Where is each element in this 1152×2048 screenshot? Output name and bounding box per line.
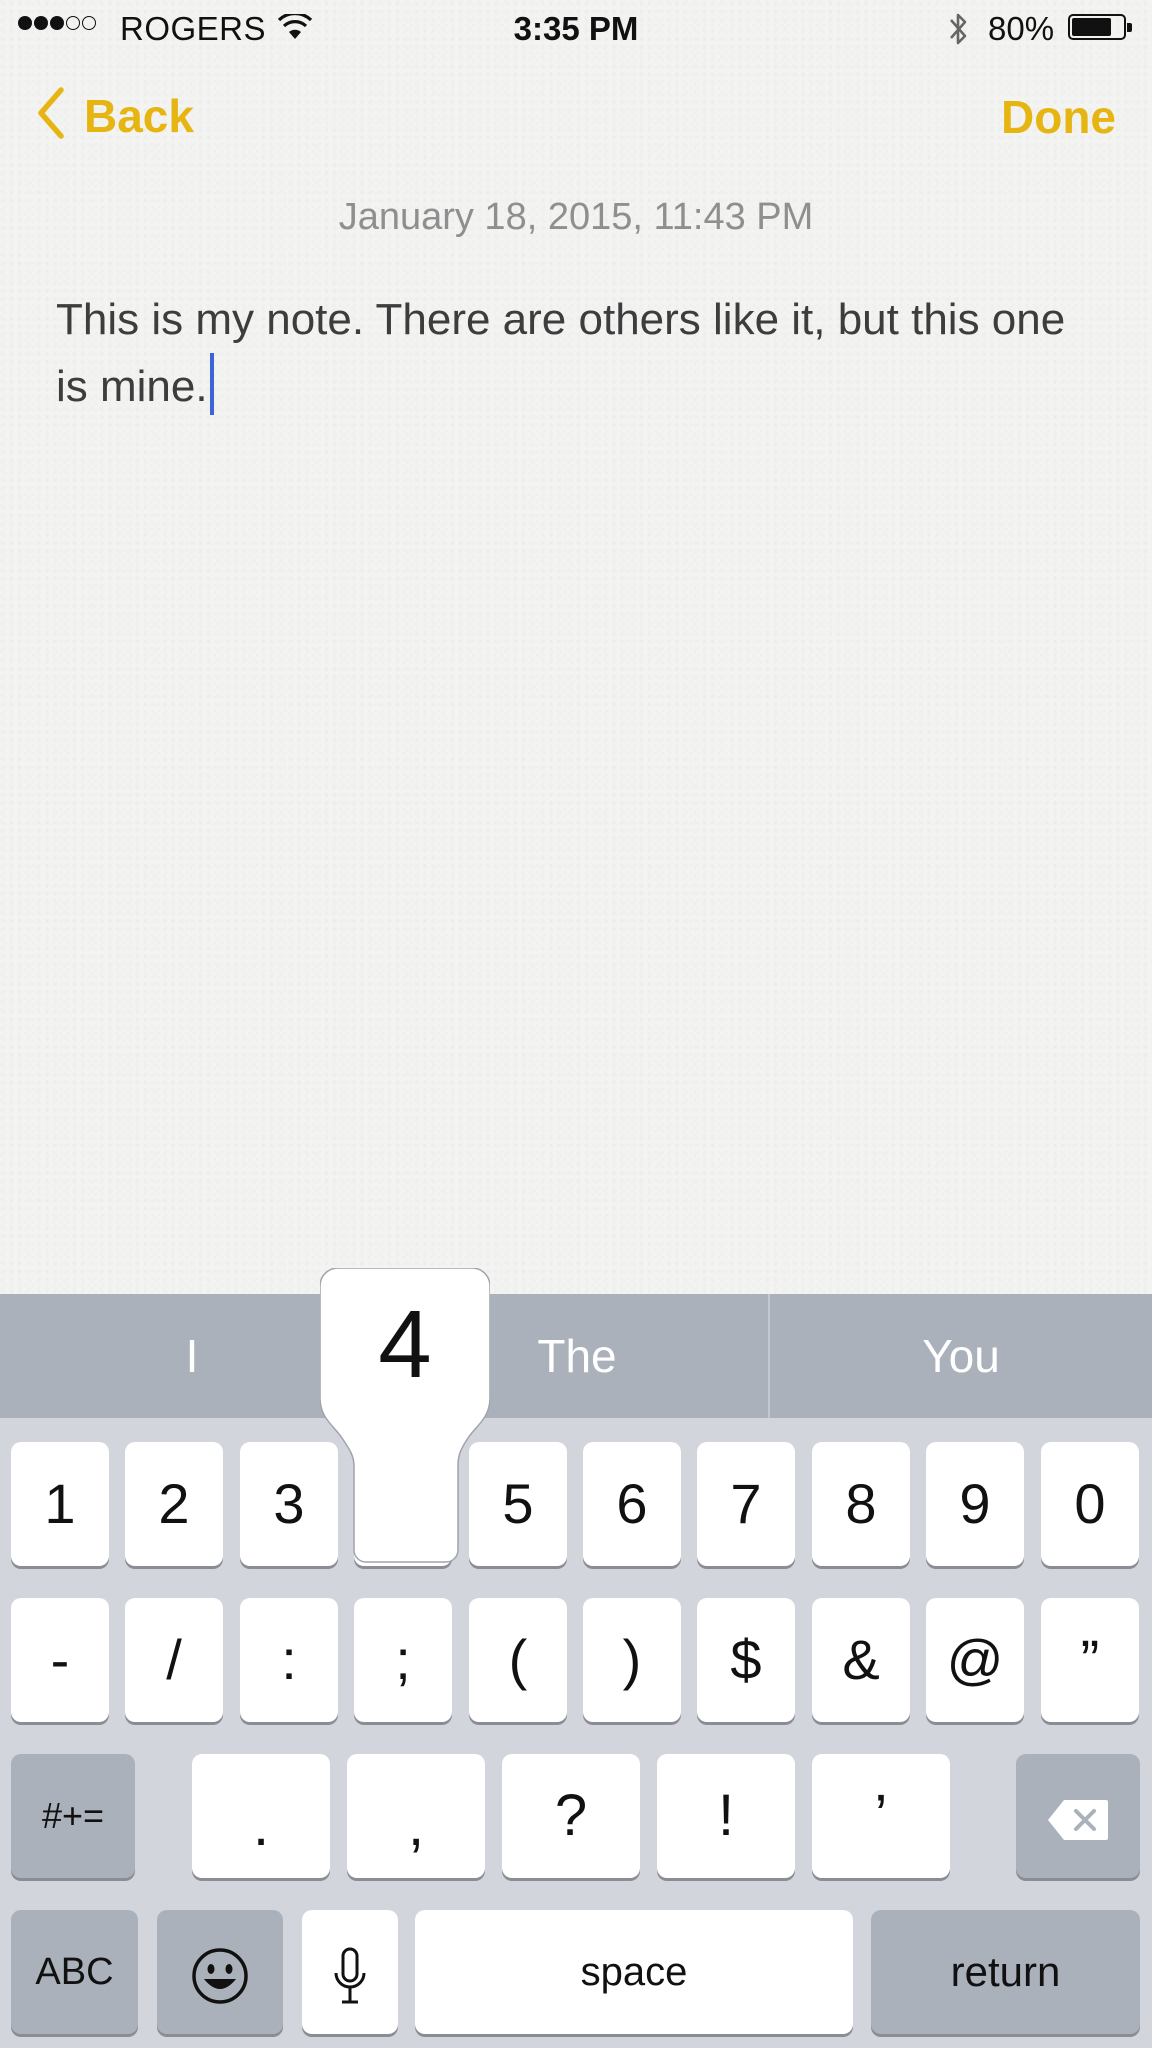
key-digit-6-label: 6 [616,1472,648,1535]
suggestion-3[interactable]: You [770,1294,1152,1418]
key-punct-1-label: , [407,1793,425,1858]
dictation-key[interactable] [302,1910,398,2034]
key-symbol-2[interactable]: : [240,1598,338,1722]
back-button[interactable]: Back [36,86,194,145]
battery-icon [1068,14,1132,40]
key-symbol-0-label: - [50,1628,70,1691]
key-symbol-6[interactable]: $ [697,1598,795,1722]
key-digit-2-label: 2 [158,1472,190,1535]
key-digit-9[interactable]: 9 [926,1442,1024,1566]
clock: 3:35 PM [513,10,639,47]
chevron-left-icon [36,86,66,145]
key-symbol-1-label: / [166,1628,182,1691]
return-key-label: return [950,1948,1061,1995]
key-symbol-4-label: ( [508,1628,528,1691]
delete-icon [1046,1798,1110,1842]
key-digit-0-label: 0 [1074,1472,1106,1535]
battery-nub [1127,23,1132,32]
key-symbol-8[interactable]: @ [926,1598,1024,1722]
key-symbol-3[interactable]: ; [354,1598,452,1722]
bluetooth-icon [945,10,971,53]
abc-key[interactable]: ABC [11,1910,138,2034]
text-cursor [209,353,214,415]
status-bar: ROGERS 3:35 PM 80% [0,0,1152,56]
key-popup-label: 4 [378,1291,432,1398]
return-key[interactable]: return [871,1910,1140,2034]
key-digit-1[interactable]: 1 [11,1442,109,1566]
key-symbol-8-label: @ [946,1628,1004,1691]
key-symbol-9-label: ” [1080,1628,1100,1691]
emoji-key[interactable] [157,1910,283,2034]
delete-key[interactable] [1016,1754,1140,1878]
battery-percent: 80% [988,10,1055,47]
space-key-label: space [580,1950,688,1994]
key-punct-2-label: ? [554,1783,588,1848]
note-date: January 18, 2015, 11:43 PM [338,196,814,238]
abc-key-label: ABC [35,1951,114,1993]
key-digit-9-label: 9 [959,1472,991,1535]
key-digit-1-label: 1 [44,1472,76,1535]
key-symbol-1[interactable]: / [125,1598,223,1722]
key-punct-3-label: ! [717,1783,735,1848]
back-label: Back [84,89,194,142]
suggestion-bar: I The You [0,1294,1152,1418]
key-digit-7-label: 7 [730,1472,762,1535]
key-symbol-0[interactable]: - [11,1598,109,1722]
microphone-icon [332,1947,368,2005]
key-symbol-7-label: & [842,1628,880,1691]
key-punct-0-label: . [252,1793,270,1858]
more-symbols-key[interactable]: #+= [11,1754,135,1878]
key-digit-6[interactable]: 6 [583,1442,681,1566]
space-key[interactable]: space [415,1910,853,2034]
key-symbol-3-label: ; [395,1628,411,1691]
key-punct-2[interactable]: ? [502,1754,640,1878]
key-symbol-9[interactable]: ” [1041,1598,1139,1722]
note-paper [0,0,1152,1294]
key-digit-8-label: 8 [845,1472,877,1535]
key-symbol-7[interactable]: & [812,1598,910,1722]
key-punct-0[interactable]: . [192,1754,330,1878]
key-symbol-4[interactable]: ( [469,1598,567,1722]
more-symbols-key-label: #+= [41,1795,105,1836]
key-symbol-6-label: $ [730,1628,762,1691]
key-digit-2[interactable]: 2 [125,1442,223,1566]
key-popup-4[interactable]: 4 [320,1268,490,1564]
note-text-area[interactable]: This is my note. There are others like i… [56,286,1096,420]
key-punct-3[interactable]: ! [657,1754,795,1878]
key-punct-1[interactable]: , [347,1754,485,1878]
key-symbol-2-label: : [281,1628,297,1691]
emoji-icon [191,1947,249,2005]
key-digit-0[interactable]: 0 [1041,1442,1139,1566]
key-digit-8[interactable]: 8 [812,1442,910,1566]
note-text: This is my note. There are others like i… [56,295,1066,411]
battery-fill [1072,18,1111,36]
key-symbol-5-label: ) [622,1628,642,1691]
key-punct-4-label: ’ [874,1783,888,1848]
key-symbol-5[interactable]: ) [583,1598,681,1722]
done-button[interactable]: Done [1001,90,1116,144]
key-digit-7[interactable]: 7 [697,1442,795,1566]
key-punct-4[interactable]: ’ [812,1754,950,1878]
